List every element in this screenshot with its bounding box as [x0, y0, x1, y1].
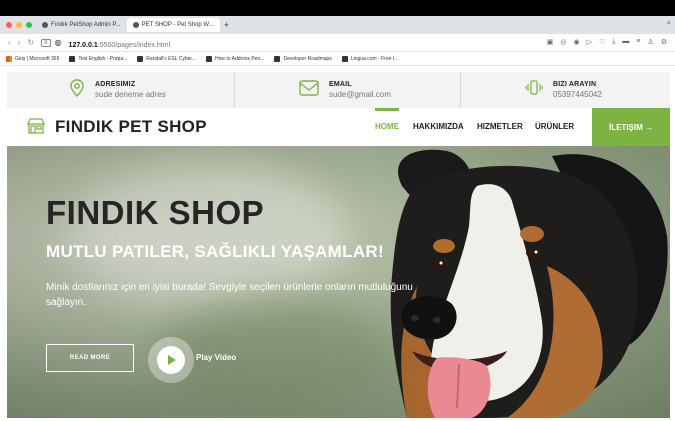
nav-about[interactable]: HAKKIMIZDA: [413, 122, 464, 131]
tab-pet-shop[interactable]: PET SHOP - Pet Shop W...: [126, 18, 220, 32]
hero-subtitle: MUTLU PATILER, SAĞLIKLI YAŞAMLAR!: [46, 242, 384, 261]
url-path: :5500/pages/index.html: [97, 41, 171, 49]
bookmark-item[interactable]: How to Address Peo...: [205, 55, 265, 62]
contact-phone: BIZI ARAYIN 05397445042: [461, 72, 670, 108]
dog-eyebrow-left: [433, 239, 455, 253]
bookmark-item[interactable]: Randall's ESL Cyber...: [137, 55, 196, 62]
microsoft-icon: [6, 55, 12, 62]
new-tab-button[interactable]: +: [224, 20, 229, 30]
dog-eye-right: [526, 248, 542, 258]
close-window-icon[interactable]: [6, 22, 12, 28]
back-icon[interactable]: ‹: [8, 38, 11, 47]
play-video-label[interactable]: Play Video: [196, 353, 236, 362]
bookmark-icon: [341, 55, 348, 62]
search-icon[interactable]: ⌕: [667, 18, 671, 28]
dog-eye-glint-right: [534, 250, 538, 254]
bookmark-item[interactable]: Test English - Prepa...: [69, 55, 128, 62]
target-icon[interactable]: ◉: [573, 38, 579, 46]
toolbar-icons: ▣ ◎ ◉ ▷ ♡ ⤓ ▬ ≡ ♙ ⚙: [547, 38, 667, 46]
mail-icon: [299, 79, 319, 101]
url-host: 127.0.0.1: [68, 41, 98, 49]
location-pin-icon: [69, 78, 85, 102]
contact-email: EMAIL sude@gmail.com: [235, 72, 461, 108]
hero-description: Minik dostlarınız için en iyisi burada! …: [46, 282, 413, 308]
play-icon[interactable]: ▷: [587, 38, 592, 46]
hero-section: FINDIK SHOP MUTLU PATILER, SAĞLIKLI YAŞA…: [7, 146, 670, 418]
email-value[interactable]: sude@gmail.com: [329, 90, 391, 99]
bookmark-item[interactable]: Developer Roadmaps: [274, 55, 332, 62]
bookmark-label: How to Address Peo...: [214, 55, 265, 62]
bookmark-label: Developer Roadmaps: [283, 55, 332, 62]
bookmark-label: Test English - Prepa...: [78, 55, 128, 62]
active-indicator: [375, 108, 399, 111]
email-title: EMAIL: [329, 81, 352, 88]
qr-icon[interactable]: ▣: [547, 38, 554, 46]
bookmark-icon: [69, 55, 76, 62]
phone-vibrate-icon: [525, 79, 543, 102]
bookmark-item[interactable]: Giriş | Microsoft 365: [6, 55, 60, 62]
reload-icon[interactable]: ↻: [27, 38, 34, 47]
nav-home[interactable]: HOME: [375, 108, 399, 131]
contact-strip: ADRESIMIZ sude deneme adres EMAIL sude@g…: [7, 72, 670, 108]
globe-icon: [42, 22, 48, 28]
address-title: ADRESIMIZ: [95, 81, 136, 88]
download-icon[interactable]: ⤓: [612, 38, 615, 46]
tab-label: Fındık PetShop Admin P...: [51, 22, 121, 28]
tab-bar: Fındık PetShop Admin P... PET SHOP - Pet…: [0, 16, 675, 34]
dog-eye-left: [431, 259, 447, 269]
phone-value[interactable]: 05397445042: [553, 90, 602, 99]
nav-products[interactable]: ÜRÜNLER: [535, 122, 574, 131]
phone-title: BIZI ARAYIN: [553, 81, 597, 88]
play-video-button[interactable]: [148, 337, 194, 383]
contact-button[interactable]: İLETIŞIM →: [592, 108, 670, 146]
hero-title: FINDIK SHOP: [46, 194, 265, 231]
maximize-window-icon[interactable]: [26, 22, 32, 28]
shop-logo-icon: [27, 118, 45, 134]
screen-top-bar: [0, 0, 675, 16]
address-value: sude deneme adres: [95, 90, 166, 99]
contact-address: ADRESIMIZ sude deneme adres: [7, 72, 235, 108]
globe-icon: [132, 22, 139, 28]
sidebar-icon[interactable]: ▬: [622, 38, 629, 46]
heart-icon[interactable]: ♡: [599, 38, 605, 46]
bookmark-icon: [274, 55, 281, 62]
bookmarks-bar: Giriş | Microsoft 365 Test English - Pre…: [0, 52, 675, 66]
camera-icon[interactable]: ◎: [560, 38, 566, 46]
url-field[interactable]: 127.0.0.1:5500/pages/index.html: [69, 34, 171, 52]
dog-eye-glint-left: [439, 261, 443, 265]
dog-eyebrow-right: [520, 226, 544, 242]
bookmark-icon: [137, 55, 144, 62]
read-more-button[interactable]: READ MORE: [46, 344, 134, 372]
bookmark-label: Giriş | Microsoft 365: [15, 55, 60, 62]
play-button-circle: [157, 346, 185, 374]
site-info-icon[interactable]: ≡: [41, 38, 51, 47]
play-icon: [168, 355, 176, 365]
address-bar: ‹ › ↻ ≡ ◍ 127.0.0.1:5500/pages/index.htm…: [0, 34, 675, 52]
nav-label: HOME: [375, 122, 399, 131]
browser-window: Fındık PetShop Admin P... PET SHOP - Pet…: [0, 0, 675, 421]
bookmark-label: Randall's ESL Cyber...: [146, 55, 196, 62]
globe-icon: ◍: [54, 38, 62, 47]
web-page: ADRESIMIZ sude deneme adres EMAIL sude@g…: [0, 66, 675, 421]
bookmark-label: Lingua.com - Free t...: [350, 55, 399, 62]
forward-icon[interactable]: ›: [18, 38, 21, 47]
menu-icon[interactable]: ≡: [636, 38, 640, 46]
tab-label: PET SHOP - Pet Shop W...: [141, 22, 214, 28]
bookmark-icon: [205, 55, 212, 62]
main-navbar: FINDIK PET SHOP HOME HAKKIMIZDA HIZMETLE…: [7, 108, 670, 146]
settings-icon[interactable]: ⚙: [661, 38, 667, 46]
profile-icon[interactable]: ♙: [647, 38, 653, 46]
dog-nostril: [433, 317, 441, 323]
minimize-window-icon[interactable]: [16, 22, 22, 28]
bookmark-item[interactable]: Lingua.com - Free t...: [341, 55, 399, 62]
nav-services[interactable]: HIZMETLER: [477, 122, 523, 131]
shop-logo-text[interactable]: FINDIK PET SHOP: [55, 117, 207, 137]
tab-admin[interactable]: Fındık PetShop Admin P...: [36, 18, 127, 32]
